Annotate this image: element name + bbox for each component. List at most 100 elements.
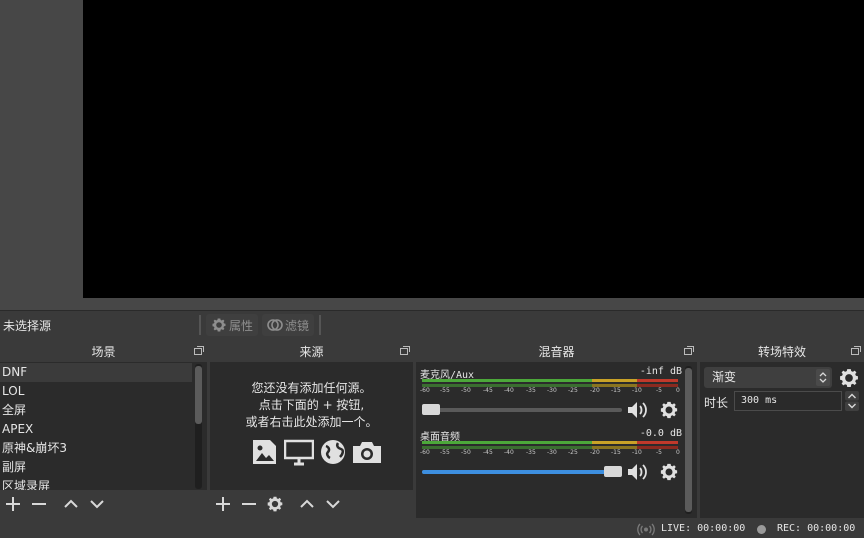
scale-tick: -25 bbox=[568, 449, 578, 456]
speaker-icon[interactable] bbox=[626, 462, 648, 482]
scale-tick: 0 bbox=[676, 449, 680, 456]
add-scene-button[interactable] bbox=[0, 491, 26, 517]
context-bar: 未选择源 属性 滤镜 bbox=[0, 310, 864, 339]
scene-item[interactable]: LOL bbox=[0, 382, 192, 401]
gear-icon[interactable] bbox=[658, 462, 680, 482]
scale-tick: -35 bbox=[526, 387, 536, 394]
empty-hint-line: 或者右击此处添加一个。 bbox=[245, 415, 378, 429]
add-source-button[interactable] bbox=[210, 491, 236, 517]
scale-tick: -15 bbox=[611, 387, 621, 394]
move-scene-up-button[interactable] bbox=[58, 491, 84, 517]
plus-icon bbox=[6, 497, 20, 511]
volume-slider-handle[interactable] bbox=[604, 466, 622, 477]
channel-db-readout: -inf dB bbox=[639, 366, 682, 377]
move-source-down-button[interactable] bbox=[320, 491, 346, 517]
sources-dock: 来源 您还没有添加任何源。 点击下面的 + 按钮, 或者右击此处添加一个。 bbox=[210, 342, 413, 518]
empty-hint-line: 您还没有添加任何源。 bbox=[251, 381, 372, 395]
scene-list[interactable]: DNF LOL 全屏 APEX 原神&崩坏3 副屏 区域录屏 bbox=[0, 363, 192, 490]
scrollbar-thumb[interactable] bbox=[685, 368, 692, 512]
broadcast-icon bbox=[637, 523, 655, 536]
scenes-title-label: 场景 bbox=[91, 345, 116, 359]
scale-tick: -45 bbox=[483, 387, 493, 394]
preview-canvas[interactable] bbox=[83, 0, 864, 298]
rec-timer: REC: 00:00:00 bbox=[777, 523, 856, 534]
sources-toolbar bbox=[210, 490, 413, 518]
select-arrows-icon bbox=[816, 369, 830, 386]
scene-item[interactable]: 区域录屏 bbox=[0, 477, 192, 490]
scale-tick: -60 bbox=[420, 387, 430, 394]
scene-item[interactable]: 全屏 bbox=[0, 401, 192, 420]
mixer-dock-title: 混音器 bbox=[416, 342, 697, 362]
duration-input[interactable]: 300 ms bbox=[734, 391, 842, 411]
empty-hint-line: 点击下面的 + 按钮, bbox=[258, 398, 365, 412]
undock-icon[interactable] bbox=[194, 346, 204, 355]
transition-select[interactable]: 渐变 bbox=[704, 367, 832, 388]
mixer-dock: 混音器 麦克风/Aux -inf dB -60 -55 -50 -45 -40 … bbox=[416, 342, 697, 518]
duration-label: 时长 bbox=[704, 396, 729, 410]
scale-tick: -55 bbox=[440, 449, 450, 456]
scale-tick: -40 bbox=[504, 449, 514, 456]
scenes-toolbar bbox=[0, 490, 207, 518]
move-scene-down-button[interactable] bbox=[84, 491, 110, 517]
plus-icon bbox=[216, 497, 230, 511]
move-source-up-button[interactable] bbox=[294, 491, 320, 517]
scale-tick: -25 bbox=[568, 387, 578, 394]
scale-tick: -50 bbox=[461, 387, 471, 394]
mixer-scrollbar[interactable] bbox=[685, 366, 692, 514]
meter-red-segment bbox=[637, 379, 678, 382]
scene-item[interactable]: APEX bbox=[0, 420, 192, 439]
filters-button[interactable]: 滤镜 bbox=[262, 314, 315, 336]
speaker-icon[interactable] bbox=[626, 400, 648, 420]
live-timer: LIVE: 00:00:00 bbox=[661, 523, 746, 534]
scene-item[interactable]: DNF bbox=[0, 363, 192, 382]
meter-red-segment bbox=[637, 441, 678, 444]
remove-source-button[interactable] bbox=[236, 491, 262, 517]
remove-scene-button[interactable] bbox=[26, 491, 52, 517]
scale-tick: -10 bbox=[632, 387, 642, 394]
image-icon bbox=[253, 440, 276, 464]
properties-button[interactable]: 属性 bbox=[206, 314, 259, 336]
volume-slider-handle[interactable] bbox=[422, 404, 440, 415]
volume-slider[interactable] bbox=[422, 466, 622, 477]
scene-item[interactable]: 副屏 bbox=[0, 458, 192, 477]
context-separator bbox=[319, 315, 321, 335]
volume-slider-fill bbox=[422, 470, 612, 474]
gear-icon[interactable] bbox=[838, 367, 860, 389]
chevron-up-icon bbox=[300, 499, 314, 508]
record-dot-icon bbox=[757, 525, 766, 534]
duration-spinner[interactable] bbox=[845, 391, 859, 411]
gear-icon bbox=[212, 318, 226, 332]
obs-main-window: 未选择源 属性 滤镜 场景 DNF LOL 全屏 APEX 原神&崩坏3 副屏 … bbox=[0, 0, 864, 538]
undock-icon[interactable] bbox=[684, 346, 694, 355]
scale-tick: -35 bbox=[526, 449, 536, 456]
source-properties-button[interactable] bbox=[262, 491, 288, 517]
meter-yellow-segment bbox=[592, 441, 637, 444]
scale-tick: -15 bbox=[611, 449, 621, 456]
scene-item[interactable]: 原神&崩坏3 bbox=[0, 439, 192, 458]
globe-icon bbox=[321, 440, 345, 464]
scale-tick: -30 bbox=[547, 449, 557, 456]
scene-list-scrollbar[interactable] bbox=[195, 364, 202, 489]
scale-tick: -30 bbox=[547, 387, 557, 394]
mixer-title-label: 混音器 bbox=[538, 345, 575, 359]
transitions-dock-title: 转场特效 bbox=[700, 342, 864, 362]
transitions-title-label: 转场特效 bbox=[757, 345, 806, 359]
gear-icon bbox=[267, 496, 283, 512]
sources-empty-hint: 您还没有添加任何源。 点击下面的 + 按钮, 或者右击此处添加一个。 bbox=[210, 380, 413, 431]
scale-tick: -60 bbox=[420, 449, 430, 456]
scale-tick: -20 bbox=[590, 449, 600, 456]
volume-slider[interactable] bbox=[422, 404, 622, 415]
meter-yellow-segment bbox=[592, 379, 637, 382]
gear-icon[interactable] bbox=[658, 400, 680, 420]
transition-select-value: 渐变 bbox=[712, 370, 737, 384]
scale-tick: -10 bbox=[632, 449, 642, 456]
chevron-down-icon bbox=[326, 500, 340, 509]
meter-green-segment bbox=[422, 441, 592, 444]
scale-tick: -50 bbox=[461, 449, 471, 456]
undock-icon[interactable] bbox=[851, 346, 861, 355]
undock-icon[interactable] bbox=[400, 346, 410, 355]
scrollbar-thumb[interactable] bbox=[195, 366, 202, 424]
sources-title-label: 来源 bbox=[299, 345, 324, 359]
channel-db-readout: -0.0 dB bbox=[639, 428, 682, 439]
scenes-dock: 场景 DNF LOL 全屏 APEX 原神&崩坏3 副屏 区域录屏 bbox=[0, 342, 207, 518]
